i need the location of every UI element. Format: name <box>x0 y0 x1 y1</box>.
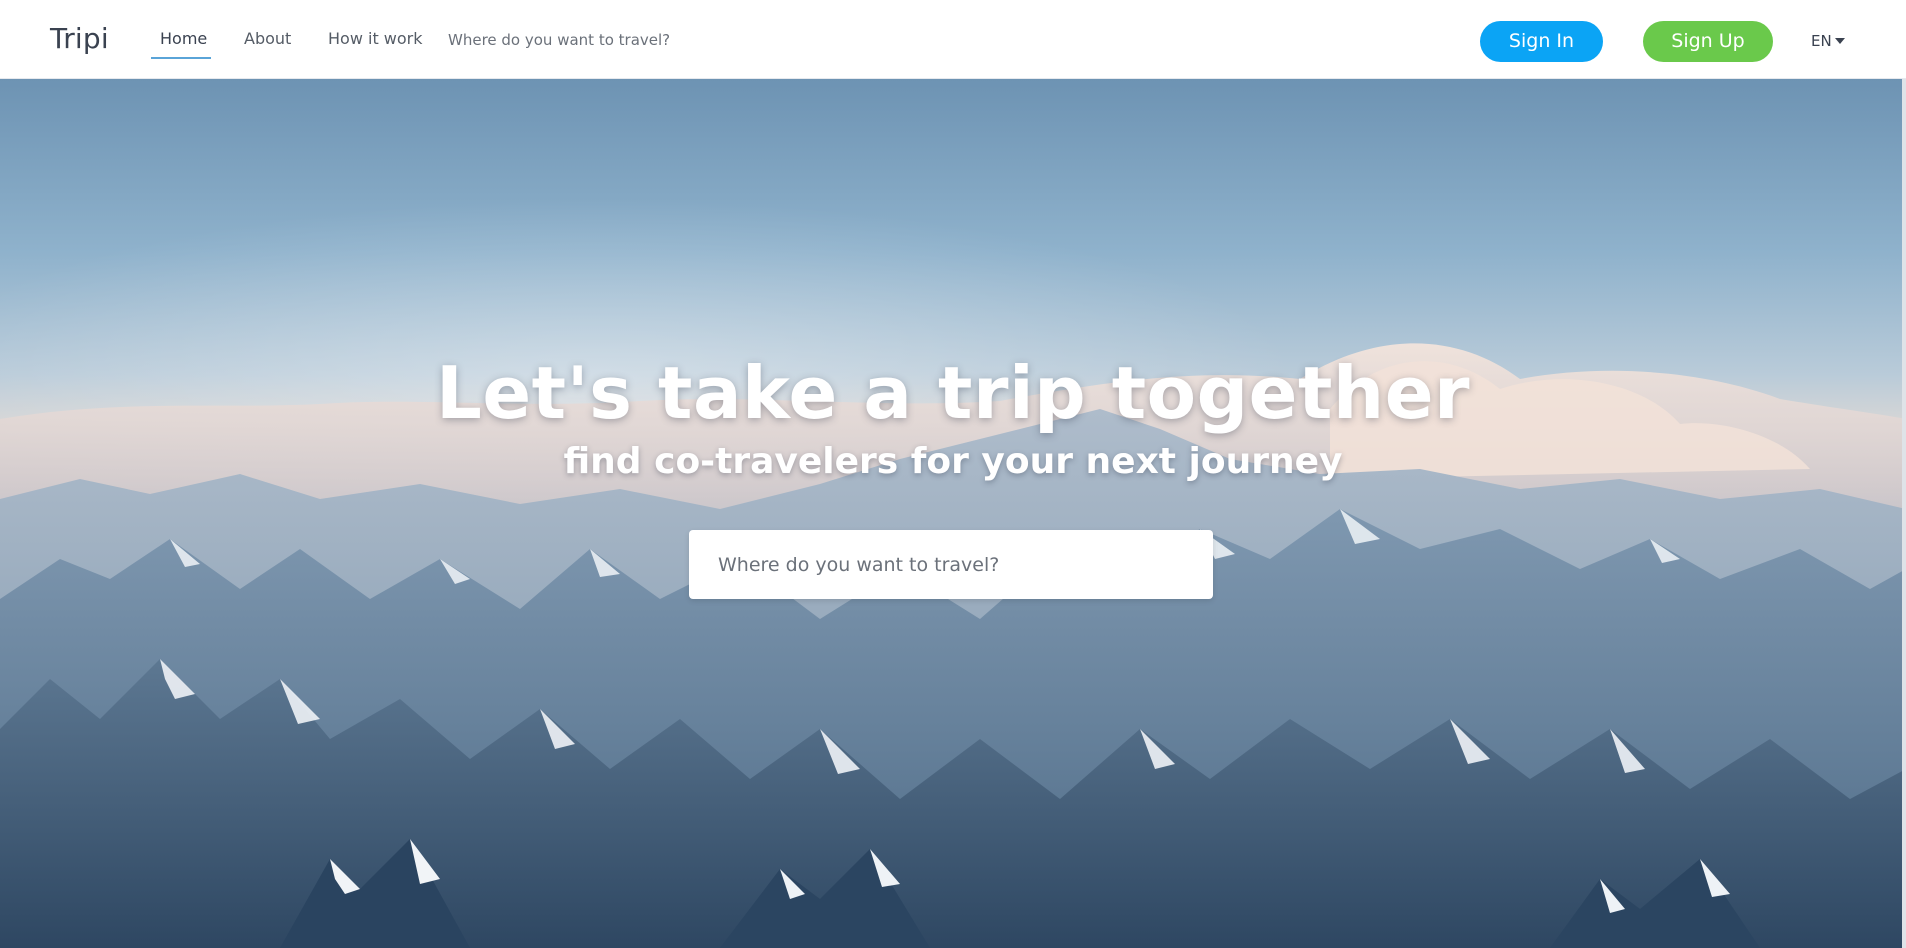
hero-title: Let's take a trip together <box>435 351 1471 435</box>
hero-subtitle: find co-travelers for your next journey <box>563 441 1343 482</box>
nav-search-input[interactable] <box>448 27 748 53</box>
language-selector[interactable]: EN <box>1811 32 1845 50</box>
nav-link-how-it-work[interactable]: How it work <box>328 29 423 48</box>
hero-section: Let's take a trip together find co-trave… <box>0 79 1906 948</box>
nav-link-home[interactable]: Home <box>160 29 207 48</box>
brand-logo[interactable]: Tripi <box>50 22 109 55</box>
caret-down-icon <box>1834 38 1845 44</box>
nav-active-indicator <box>151 57 211 59</box>
nav-link-about[interactable]: About <box>244 29 291 48</box>
top-navbar: Tripi Home About How it work Sign In Sig… <box>0 0 1906 79</box>
sign-in-button[interactable]: Sign In <box>1480 21 1603 62</box>
sign-up-button[interactable]: Sign Up <box>1643 21 1773 62</box>
language-label: EN <box>1811 32 1832 50</box>
hero-search-input[interactable] <box>689 530 1213 599</box>
page-scrollbar[interactable] <box>1902 79 1906 948</box>
mountain-background-image <box>0 199 1906 948</box>
